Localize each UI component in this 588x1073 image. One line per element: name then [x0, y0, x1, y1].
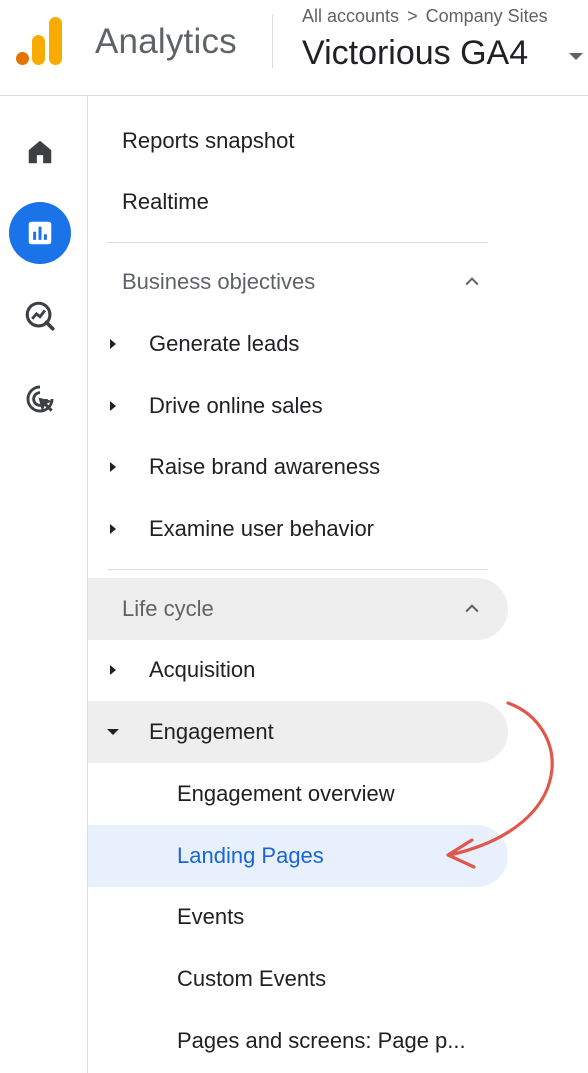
nav-item-examine-user-behavior[interactable]: Examine user behavior [88, 498, 508, 560]
caret-down-icon[interactable] [569, 53, 583, 60]
nav-item-label: Raise brand awareness [149, 454, 381, 479]
nav-item-drive-online-sales[interactable]: Drive online sales [88, 375, 508, 437]
chevron-up-icon [465, 277, 479, 286]
nav-item-label: Engagement overview [177, 781, 395, 806]
reports-icon [28, 221, 52, 245]
nav-item-generate-leads[interactable]: Generate leads [88, 313, 508, 375]
nav-item-custom-events[interactable]: Custom Events [88, 948, 508, 1010]
left-rail [0, 96, 88, 1073]
nav-item-label: Acquisition [149, 657, 256, 682]
nav-divider [108, 569, 488, 570]
breadcrumb[interactable]: All accounts > Company Sites [302, 6, 548, 27]
section-life-cycle[interactable]: Life cycle [88, 578, 508, 640]
reports-nav-button[interactable] [9, 202, 71, 264]
nav-item-label: Reports snapshot [122, 128, 295, 153]
nav-item-realtime[interactable]: Realtime [88, 171, 508, 233]
expand-arrow-icon [110, 524, 116, 534]
analytics-logo-icon[interactable] [16, 17, 62, 65]
chevron-up-icon [465, 604, 479, 613]
nav-item-events[interactable]: Events [88, 886, 508, 948]
app-name: Analytics [95, 22, 237, 61]
nav-item-label: Landing Pages [177, 843, 324, 868]
nav-item-label: Events [177, 904, 245, 929]
advertising-icon [26, 385, 54, 413]
nav-divider [108, 242, 488, 243]
nav-item-label: Realtime [122, 189, 209, 214]
advertising-nav-button[interactable] [9, 368, 71, 430]
property-selector[interactable]: Victorious GA4 [302, 34, 528, 73]
section-title: Life cycle [122, 596, 214, 621]
section-business-objectives[interactable]: Business objectives [88, 251, 508, 313]
nav-item-label: Examine user behavior [149, 516, 375, 541]
expand-arrow-icon [110, 462, 116, 472]
explore-icon [25, 301, 55, 331]
nav-item-label: Engagement [149, 719, 274, 744]
collapse-arrow-icon [107, 729, 119, 735]
breadcrumb-separator: > [407, 6, 418, 26]
expand-arrow-icon [110, 339, 116, 349]
section-title: Business objectives [122, 269, 316, 294]
explore-nav-button[interactable] [9, 285, 71, 347]
home-nav-button[interactable] [9, 121, 71, 183]
home-icon [28, 140, 52, 164]
nav-item-reports-snapshot[interactable]: Reports snapshot [88, 110, 508, 172]
nav-item-label: Pages and screens: Page p... [177, 1028, 466, 1053]
breadcrumb-site[interactable]: Company Sites [426, 6, 548, 26]
expand-arrow-icon [110, 401, 116, 411]
nav-item-raise-brand-awareness[interactable]: Raise brand awareness [88, 436, 508, 498]
expand-arrow-icon [110, 665, 116, 675]
app-header: Analytics All accounts > Company Sites V… [0, 0, 588, 96]
breadcrumb-accounts[interactable]: All accounts [302, 6, 399, 26]
nav-item-pages-and-screens[interactable]: Pages and screens: Page p... [88, 1010, 508, 1072]
annotation-arrow-icon [446, 701, 554, 869]
nav-item-label: Drive online sales [149, 393, 323, 418]
nav-item-label: Custom Events [177, 966, 327, 991]
reports-nav: Reports snapshot Realtime Business objec… [88, 96, 588, 1073]
nav-item-acquisition[interactable]: Acquisition [88, 639, 508, 701]
nav-item-label: Generate leads [149, 331, 300, 356]
header-divider [272, 14, 273, 68]
